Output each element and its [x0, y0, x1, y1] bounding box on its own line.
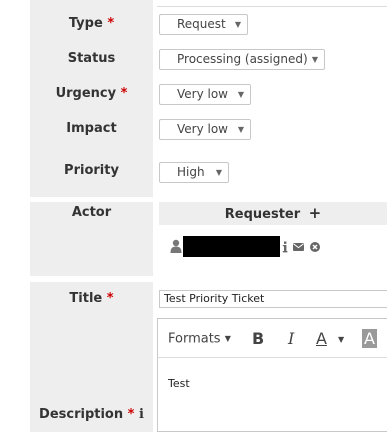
- chevron-down-icon: ▼: [237, 125, 244, 134]
- editor-toolbar: Formats ▼ B I A ▼ A: [158, 319, 387, 358]
- requester-header: Requester +: [159, 202, 387, 225]
- font-color-icon: A: [316, 329, 327, 348]
- description-label: Description * i: [30, 407, 153, 422]
- title-input[interactable]: Test Priority Ticket: [159, 290, 387, 308]
- priority-select[interactable]: High ▼: [159, 162, 229, 183]
- description-editor[interactable]: Formats ▼ B I A ▼ A Test: [157, 318, 387, 432]
- urgency-select[interactable]: Very low ▼: [159, 84, 251, 105]
- title-label-text: Title: [69, 291, 103, 306]
- status-label-text: Status: [67, 51, 116, 66]
- impact-select[interactable]: Very low ▼: [159, 119, 251, 140]
- envelope-icon[interactable]: [293, 243, 304, 251]
- chevron-down-icon: ▼: [311, 55, 318, 64]
- status-label: Status: [30, 51, 153, 66]
- top-divider: [157, 0, 387, 7]
- urgency-select-value: Very low: [177, 87, 228, 101]
- type-select-value: Request: [177, 17, 226, 31]
- remove-icon[interactable]: [310, 242, 320, 252]
- chevron-down-icon: ▼: [234, 20, 241, 29]
- priority-label-text: Priority: [64, 163, 119, 178]
- plus-icon[interactable]: +: [309, 204, 322, 222]
- type-label: Type *: [30, 16, 153, 31]
- actor-label-text: Actor: [71, 205, 112, 220]
- status-select[interactable]: Processing (assigned) ▼: [159, 49, 325, 70]
- priority-select-value: High: [177, 165, 205, 179]
- urgency-label: Urgency *: [30, 86, 153, 101]
- required-marker: *: [106, 291, 114, 306]
- background-color-button[interactable]: A: [362, 329, 377, 349]
- bold-button[interactable]: B: [252, 329, 264, 349]
- chevron-down-icon: ▼: [237, 90, 244, 99]
- required-marker: *: [120, 86, 128, 101]
- caret-down-icon: ▼: [338, 334, 345, 344]
- editor-body-text[interactable]: Test: [168, 377, 190, 390]
- info-icon[interactable]: [282, 241, 288, 253]
- required-marker: *: [127, 407, 135, 422]
- status-select-value: Processing (assigned): [177, 52, 308, 66]
- description-label-text: Description: [39, 407, 124, 422]
- formats-dropdown[interactable]: Formats ▼: [168, 329, 231, 350]
- impact-select-value: Very low: [177, 122, 228, 136]
- background-color-icon: A: [362, 329, 377, 348]
- caret-down-icon: ▼: [224, 334, 231, 343]
- italic-button[interactable]: I: [288, 329, 294, 349]
- requester-header-text: Requester: [224, 207, 301, 222]
- impact-label-text: Impact: [66, 121, 117, 136]
- chevron-down-icon: ▼: [215, 168, 222, 177]
- type-select[interactable]: Request ▼: [159, 14, 248, 35]
- requester-name-redacted: [183, 236, 280, 257]
- type-label-text: Type: [68, 16, 103, 31]
- info-icon[interactable]: i: [139, 407, 144, 422]
- impact-label: Impact: [30, 121, 153, 136]
- formats-label: Formats: [168, 331, 221, 347]
- urgency-label-text: Urgency: [55, 86, 117, 101]
- title-label: Title *: [30, 291, 153, 306]
- required-marker: *: [107, 16, 115, 31]
- priority-label: Priority: [30, 163, 153, 178]
- actor-label: Actor: [30, 205, 153, 220]
- font-color-button[interactable]: A ▼: [316, 329, 344, 350]
- user-icon: [170, 239, 182, 253]
